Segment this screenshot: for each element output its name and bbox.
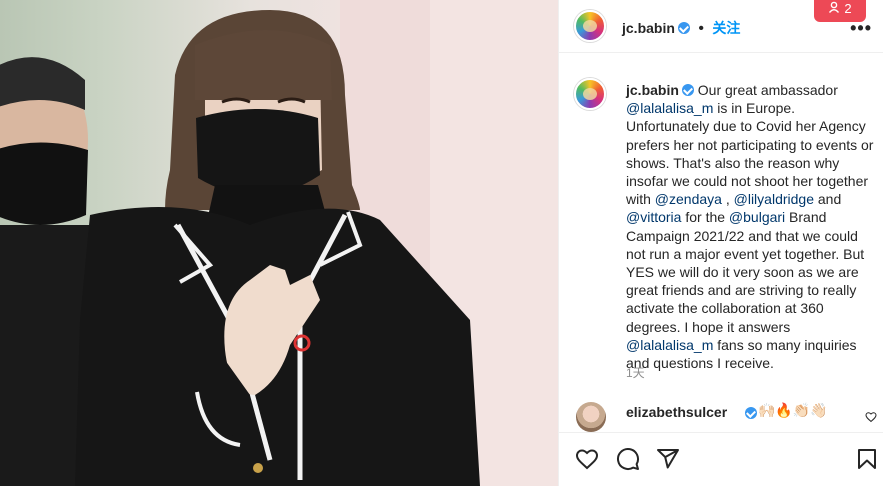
post-photo[interactable] [0,0,558,486]
mention-link[interactable]: @lilyaldridge [734,191,814,207]
caption-author-avatar[interactable] [574,78,606,110]
heart-icon[interactable] [575,447,599,476]
follow-button[interactable]: 关注 [712,20,740,36]
bookmark-icon[interactable] [855,447,879,476]
caption-text: , [721,191,734,208]
comment-text: 🙌🏻🔥👏🏻👋🏻 [758,402,828,418]
post-timestamp[interactable]: 1天 [626,364,645,381]
mention-link[interactable]: @lalalalisa_m [626,100,713,116]
mention-link[interactable]: @zendaya [655,191,722,207]
notification-count: 2 [844,0,852,16]
commenter-avatar[interactable] [576,402,606,432]
author-line: jc.babin • 关注 [622,20,741,37]
verified-badge-icon [677,22,690,34]
mention-link[interactable]: @lalalalisa_m [626,337,713,353]
verified-badge-icon [745,407,757,419]
caption-author-username[interactable]: jc.babin [626,82,679,98]
caption-text: and [813,191,842,208]
verified-badge-icon [681,84,694,96]
caption-text: Our great ambassador [697,82,838,98]
mention-link[interactable]: @bulgari [729,209,785,225]
author-username[interactable]: jc.babin [622,20,675,36]
comment-like-heart-icon[interactable] [865,410,877,428]
post-side-panel: jc.babin • 关注 2 ••• jc.babin Our great a… [558,0,883,486]
author-avatar[interactable] [574,10,606,42]
comment-icon[interactable] [616,447,640,476]
post-header: jc.babin • 关注 2 ••• [559,0,883,53]
person-notification-icon [828,1,840,16]
caption-text: Brand Campaign 2021/22 and that we could… [626,209,865,335]
mention-link[interactable]: @vittoria [626,209,681,225]
commenter-username[interactable]: elizabethsulcer [626,404,727,420]
share-icon[interactable] [656,447,680,476]
post-actions-bar [559,432,883,486]
post-caption: jc.babin Our great ambassador @lalalalis… [626,81,878,372]
more-options-icon[interactable]: ••• [850,18,872,39]
photo-illustration [0,0,558,486]
caption-text: for the [681,209,729,226]
